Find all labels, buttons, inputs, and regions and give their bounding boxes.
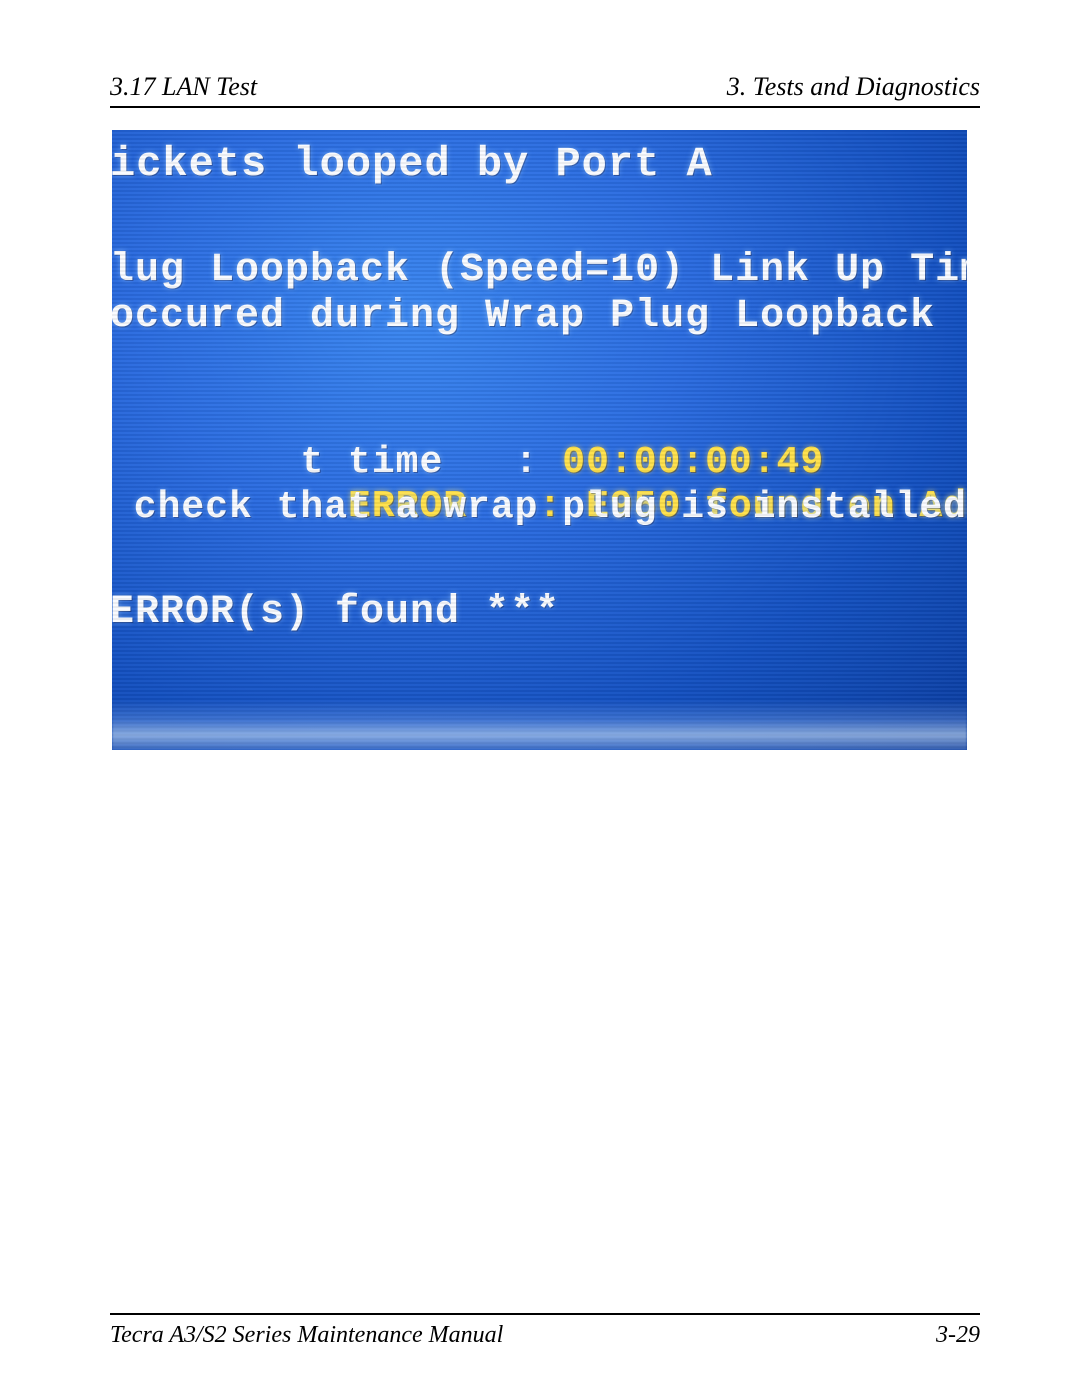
footer-manual-title: Tecra A3/S2 Series Maintenance Manual — [110, 1322, 503, 1349]
header-section-right: 3. Tests and Diagnostics — [727, 72, 980, 102]
crt-line-errors-found: ERROR(s) found *** — [112, 590, 560, 635]
crt-text-layer: ickets looped by Port A lug Loopback (Sp… — [112, 130, 967, 750]
manual-page: 3.17 LAN Test 3. Tests and Diagnostics i… — [0, 0, 1080, 1397]
diagnostic-screenshot: ickets looped by Port A lug Loopback (Sp… — [112, 130, 967, 750]
crt-glare — [112, 700, 967, 750]
page-footer: Tecra A3/S2 Series Maintenance Manual 3-… — [110, 1322, 980, 1349]
footer-rule — [110, 1313, 980, 1315]
crt-line-loopback1: lug Loopback (Speed=10) Link Up Timeo — [112, 248, 967, 293]
crt-line-loopback2: occured during Wrap Plug Loopback — [112, 294, 935, 339]
crt-line-packets: ickets looped by Port A — [112, 140, 713, 188]
footer-page-number: 3-29 — [936, 1322, 980, 1349]
crt-line-check: check that a wrap plug is installed — [112, 486, 967, 529]
header-rule — [110, 106, 980, 108]
page-header: 3.17 LAN Test 3. Tests and Diagnostics — [110, 72, 980, 102]
header-section-left: 3.17 LAN Test — [110, 72, 257, 102]
